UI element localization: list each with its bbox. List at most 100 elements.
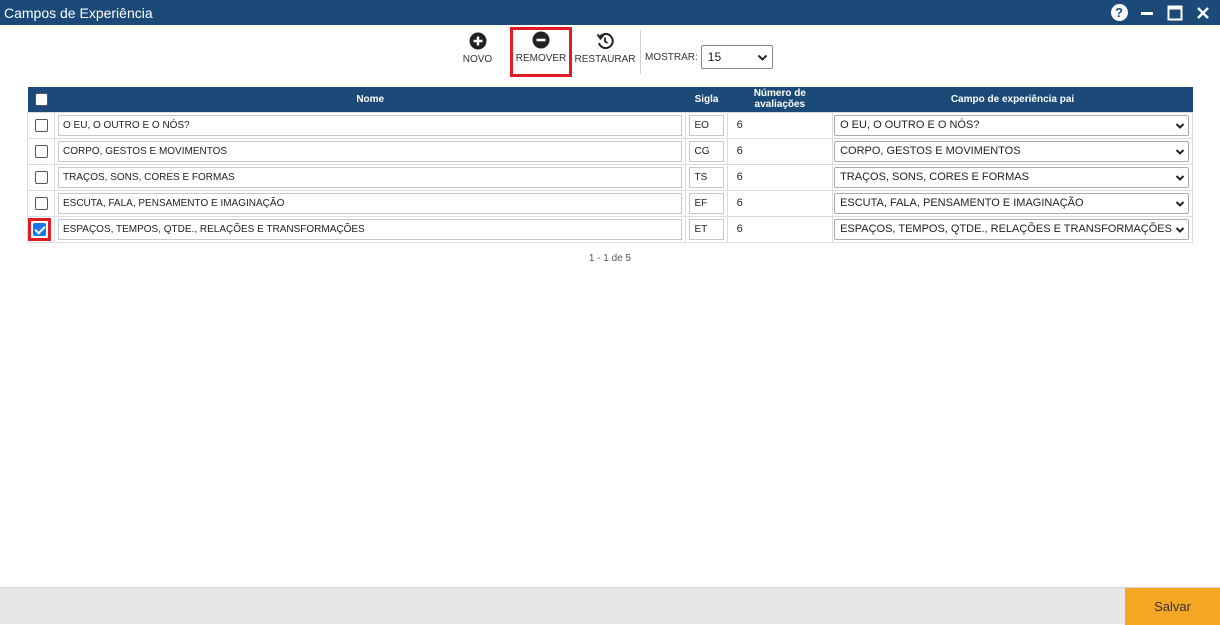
nome-input[interactable]: ESCUTA, FALA, PENSAMENTO E IMAGINAÇÃO bbox=[58, 192, 683, 214]
campo-pai-select[interactable]: CORPO, GESTOS E MOVIMENTOS bbox=[834, 140, 1189, 162]
campo-pai-value: CORPO, GESTOS E MOVIMENTOS bbox=[840, 145, 1021, 157]
toolbar-divider bbox=[640, 30, 641, 74]
window-title: Campos de Experiência bbox=[4, 4, 153, 21]
sigla-cell: TS bbox=[685, 163, 728, 191]
minus-circle-icon bbox=[532, 31, 550, 49]
numero-avaliacoes-value: 6 bbox=[736, 171, 743, 183]
num-cell: 6 bbox=[726, 189, 834, 217]
nome-cell: CORPO, GESTOS E MOVIMENTOS bbox=[53, 137, 687, 165]
table-row[interactable]: O EU, O OUTRO E O NÓS? EO 6 O EU, O OUTRO E… bbox=[27, 111, 1193, 139]
sigla-cell: EO bbox=[685, 111, 728, 139]
nome-cell: TRAÇOS, SONS, CORES E FORMAS bbox=[53, 163, 687, 191]
row-checkbox[interactable] bbox=[33, 222, 46, 236]
restaurar-button[interactable]: RESTAURAR bbox=[574, 28, 636, 65]
sigla-input[interactable]: EF bbox=[689, 192, 724, 214]
campo-pai-select[interactable]: ESPAÇOS, TEMPOS, QTDE., RELAÇÕES E TRANS… bbox=[834, 218, 1189, 240]
remover-label: REMOVER bbox=[515, 53, 567, 64]
restaurar-label: RESTAURAR bbox=[574, 54, 636, 65]
header-campo-pai[interactable]: Campo de experiência pai bbox=[832, 87, 1193, 112]
nome-input[interactable]: CORPO, GESTOS E MOVIMENTOS bbox=[58, 140, 683, 162]
save-button[interactable]: Salvar bbox=[1125, 588, 1220, 625]
sigla-cell: CG bbox=[685, 137, 728, 165]
select-all-checkbox[interactable] bbox=[34, 92, 48, 106]
restore-icon bbox=[596, 33, 614, 50]
pagination-info: 1 - 1 de 5 bbox=[588, 253, 632, 264]
chevron-down-icon bbox=[757, 54, 767, 61]
header-sigla[interactable]: Sigla bbox=[685, 87, 728, 112]
row-select-cell bbox=[27, 111, 55, 139]
nome-cell: ESPAÇOS, TEMPOS, QTDE., RELAÇÕES E TRANS… bbox=[53, 215, 687, 243]
row-checkbox[interactable] bbox=[34, 144, 48, 158]
campo-pai-select[interactable]: ESCUTA, FALA, PENSAMENTO E IMAGINAÇÃO bbox=[834, 192, 1189, 214]
table-header-row: Nome Sigla Número de avaliações Campo de… bbox=[27, 87, 1193, 112]
experience-fields-table: Nome Sigla Número de avaliações Campo de… bbox=[27, 87, 1193, 243]
remover-button[interactable]: REMOVER bbox=[510, 27, 572, 77]
chevron-down-icon bbox=[1175, 224, 1185, 235]
page-size-value: 15 bbox=[707, 50, 722, 64]
table-row[interactable]: ESCUTA, FALA, PENSAMENTO E IMAGINAÇÃO EF 6… bbox=[27, 189, 1193, 217]
chevron-down-icon bbox=[1175, 198, 1185, 209]
novo-button[interactable]: NOVO bbox=[455, 28, 500, 65]
novo-label: NOVO bbox=[462, 54, 493, 65]
numero-avaliacoes-value: 6 bbox=[736, 119, 743, 131]
num-cell: 6 bbox=[726, 111, 834, 139]
header-nome[interactable]: Nome bbox=[54, 87, 686, 112]
row-select-cell bbox=[27, 189, 55, 217]
num-cell: 6 bbox=[726, 215, 834, 243]
close-icon[interactable] bbox=[1194, 4, 1212, 22]
row-checkbox[interactable] bbox=[34, 170, 48, 184]
chevron-down-icon bbox=[1175, 120, 1185, 131]
sigla-cell: EF bbox=[685, 189, 728, 217]
pai-cell: ESCUTA, FALA, PENSAMENTO E IMAGINAÇÃO bbox=[832, 189, 1193, 217]
chevron-down-icon bbox=[1175, 146, 1185, 157]
table-body: O EU, O OUTRO E O NÓS? EO 6 O EU, O OUTRO E… bbox=[27, 111, 1193, 243]
row-select-cell bbox=[27, 215, 55, 243]
numero-avaliacoes-value: 6 bbox=[736, 223, 743, 235]
pai-cell: TRAÇOS, SONS, CORES E FORMAS bbox=[832, 163, 1193, 191]
numero-avaliacoes-value: 6 bbox=[736, 145, 743, 157]
row-checkbox[interactable] bbox=[34, 118, 48, 132]
num-cell: 6 bbox=[726, 163, 834, 191]
nome-input[interactable]: TRAÇOS, SONS, CORES E FORMAS bbox=[58, 166, 683, 188]
numero-avaliacoes-value: 6 bbox=[736, 197, 743, 209]
campo-pai-value: ESPAÇOS, TEMPOS, QTDE., RELAÇÕES E TRANS… bbox=[840, 223, 1172, 235]
pai-cell: O EU, O OUTRO E O NÓS? bbox=[832, 111, 1193, 139]
table-row[interactable]: TRAÇOS, SONS, CORES E FORMAS TS 6 TRAÇOS, S… bbox=[27, 163, 1193, 191]
help-icon[interactable]: ? bbox=[1110, 4, 1128, 22]
campo-pai-select[interactable]: O EU, O OUTRO E O NÓS? bbox=[834, 114, 1189, 136]
campo-pai-value: O EU, O OUTRO E O NÓS? bbox=[840, 119, 980, 131]
pai-cell: CORPO, GESTOS E MOVIMENTOS bbox=[832, 137, 1193, 165]
header-numero-avaliacoes[interactable]: Número de avaliações bbox=[727, 87, 833, 112]
sigla-input[interactable]: EO bbox=[689, 114, 724, 136]
minimize-icon[interactable] bbox=[1138, 4, 1156, 22]
chevron-down-icon bbox=[1175, 172, 1185, 183]
campo-pai-select[interactable]: TRAÇOS, SONS, CORES E FORMAS bbox=[834, 166, 1189, 188]
row-select-cell bbox=[27, 137, 55, 165]
row-select-cell bbox=[27, 163, 55, 191]
footer-bar: Salvar bbox=[0, 587, 1220, 625]
window-titlebar: Campos de Experiência ? bbox=[0, 0, 1220, 25]
selection-highlight bbox=[28, 217, 51, 241]
toolbar: NOVO REMOVER RESTAURAR MOSTRAR: 15 bbox=[455, 27, 773, 77]
mostrar-label: MOSTRAR: bbox=[645, 51, 698, 63]
page-size-select[interactable]: 15 bbox=[700, 45, 773, 69]
table-row[interactable]: ESPAÇOS, TEMPOS, QTDE., RELAÇÕES E TRANS… bbox=[27, 215, 1193, 243]
nome-input[interactable]: O EU, O OUTRO E O NÓS? bbox=[58, 114, 683, 136]
num-cell: 6 bbox=[726, 137, 834, 165]
mostrar-group: MOSTRAR: 15 bbox=[645, 45, 773, 69]
sigla-input[interactable]: ET bbox=[689, 218, 724, 240]
nome-cell: O EU, O OUTRO E O NÓS? bbox=[53, 111, 687, 139]
sigla-cell: ET bbox=[685, 215, 728, 243]
sigla-input[interactable]: TS bbox=[689, 166, 724, 188]
campo-pai-value: TRAÇOS, SONS, CORES E FORMAS bbox=[840, 171, 1029, 183]
pai-cell: ESPAÇOS, TEMPOS, QTDE., RELAÇÕES E TRANS… bbox=[832, 215, 1193, 243]
nome-input[interactable]: ESPAÇOS, TEMPOS, QTDE., RELAÇÕES E TRANS… bbox=[58, 218, 683, 240]
maximize-icon[interactable] bbox=[1166, 4, 1184, 22]
select-all-cell bbox=[27, 87, 55, 112]
table-row[interactable]: CORPO, GESTOS E MOVIMENTOS CG 6 CORPO, GEST… bbox=[27, 137, 1193, 165]
row-checkbox[interactable] bbox=[34, 196, 48, 210]
nome-cell: ESCUTA, FALA, PENSAMENTO E IMAGINAÇÃO bbox=[53, 189, 687, 217]
plus-circle-icon bbox=[469, 32, 486, 50]
campo-pai-value: ESCUTA, FALA, PENSAMENTO E IMAGINAÇÃO bbox=[840, 197, 1084, 209]
sigla-input[interactable]: CG bbox=[689, 140, 724, 162]
